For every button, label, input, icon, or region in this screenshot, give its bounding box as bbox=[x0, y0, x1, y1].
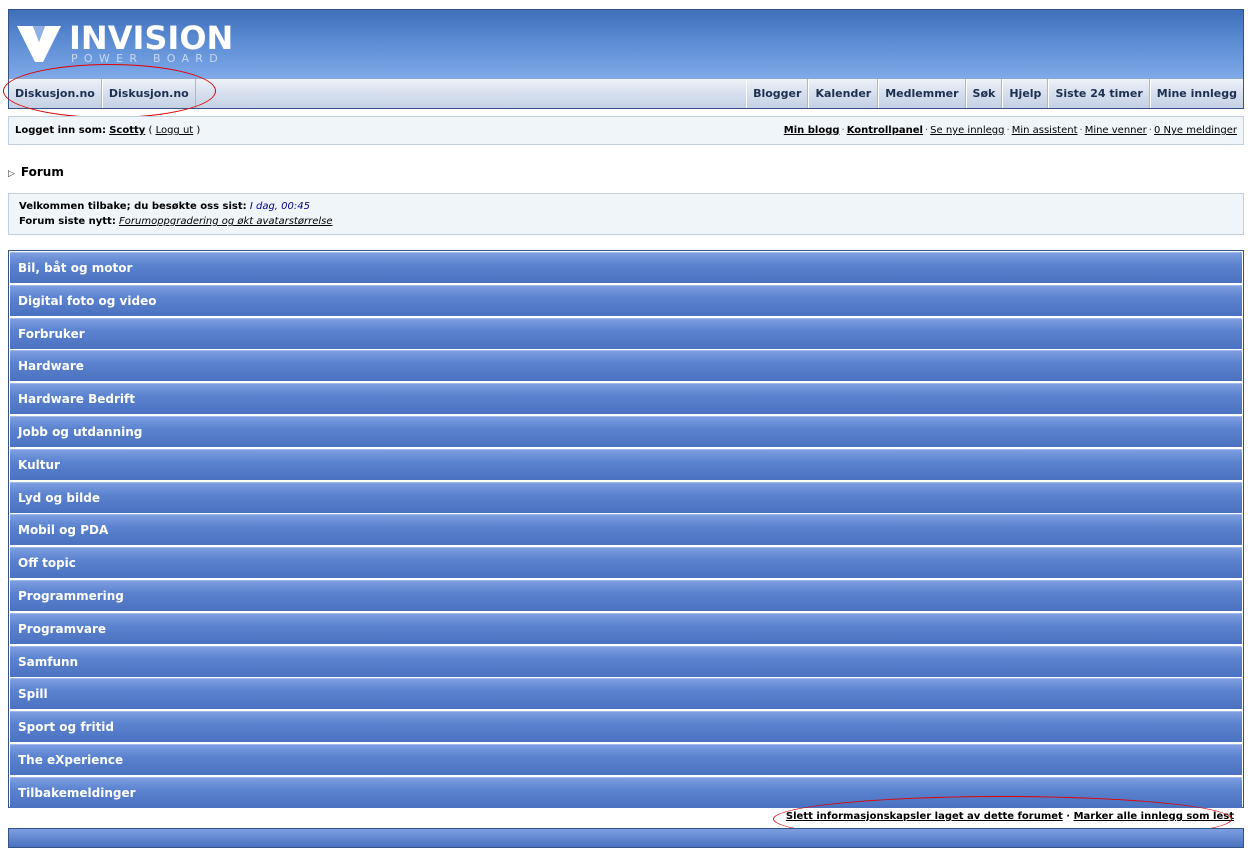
new-messages-link[interactable]: 0 Nye meldinger bbox=[1154, 125, 1237, 136]
news-label: Forum siste nytt: bbox=[19, 216, 116, 227]
category-digital-foto[interactable]: Digital foto og video bbox=[10, 284, 1242, 316]
category-lyd-bilde[interactable]: Lyd og bilde bbox=[10, 481, 1242, 513]
category-sport-fritid[interactable]: Sport og fritid bbox=[10, 711, 1242, 743]
nav-search[interactable]: Søk bbox=[965, 79, 1003, 108]
logo-subtitle: POWER BOARD bbox=[71, 52, 225, 65]
category-jobb-utdanning[interactable]: Jobb og utdanning bbox=[10, 415, 1242, 447]
category-the-experience[interactable]: The eXperience bbox=[10, 743, 1242, 775]
breadcrumb-forum[interactable]: Forum bbox=[21, 165, 64, 179]
page-edge bbox=[1254, 0, 1260, 842]
logo-word: INVISION bbox=[69, 19, 234, 57]
last-visit-line: Velkommen tilbake; du besøkte oss sist: … bbox=[19, 199, 1243, 214]
breadcrumb-arrow-icon: ▷ bbox=[8, 169, 15, 179]
forum-category-list: Bil, båt og motor Digital foto og video … bbox=[8, 250, 1244, 808]
nav-blogger[interactable]: Blogger bbox=[746, 79, 809, 108]
welcome-box: Velkommen tilbake; du besøkte oss sist: … bbox=[8, 193, 1244, 235]
username-link[interactable]: Scotty bbox=[109, 125, 145, 136]
nav-calendar[interactable]: Kalender bbox=[808, 79, 879, 108]
category-programmering[interactable]: Programmering bbox=[10, 579, 1242, 611]
category-programvare[interactable]: Programvare bbox=[10, 612, 1242, 644]
category-bil-bat-motor[interactable]: Bil, båt og motor bbox=[10, 252, 1242, 283]
invision-logo-icon bbox=[17, 26, 61, 62]
new-posts-link[interactable]: Se nye innlegg bbox=[930, 125, 1004, 136]
news-link[interactable]: Forumoppgradering og økt avatarstørrelse bbox=[119, 216, 332, 227]
logo-strip: INVISION POWER BOARD bbox=[9, 10, 1243, 78]
category-off-topic[interactable]: Off topic bbox=[10, 547, 1242, 579]
my-blog-link[interactable]: Min blogg bbox=[784, 125, 840, 136]
breadcrumb: ▷ Forum bbox=[8, 165, 64, 179]
logout-link[interactable]: Logg ut bbox=[156, 125, 194, 136]
delete-cookies-link[interactable]: Slett informasjonskapsler laget av dette… bbox=[786, 811, 1063, 822]
last-visit-label: Velkommen tilbake; du besøkte oss sist: bbox=[19, 201, 247, 212]
nav-home-link-2[interactable]: Diskusjon.no bbox=[101, 79, 196, 108]
user-bar: Logget inn som: Scotty ( Logg ut ) Min b… bbox=[8, 116, 1244, 145]
logout-close-paren: ) bbox=[196, 125, 201, 136]
mark-all-read-link[interactable]: Marker alle innlegg som lest bbox=[1074, 811, 1234, 822]
nav-my-posts[interactable]: Mine innlegg bbox=[1149, 79, 1243, 108]
main-navbar: Diskusjon.no Diskusjon.no Blogger Kalend… bbox=[9, 78, 1243, 108]
board-header: INVISION POWER BOARD Diskusjon.no Diskus… bbox=[8, 9, 1244, 109]
bottom-links: Slett informasjonskapsler laget av dette… bbox=[781, 809, 1238, 824]
logout-open-paren: ( bbox=[148, 125, 153, 136]
category-mobil-pda[interactable]: Mobil og PDA bbox=[10, 514, 1242, 546]
next-category-strip bbox=[8, 828, 1244, 848]
nav-last-24h[interactable]: Siste 24 timer bbox=[1048, 79, 1150, 108]
category-tilbakemeldinger[interactable]: Tilbakemeldinger bbox=[10, 776, 1242, 808]
category-kultur[interactable]: Kultur bbox=[10, 448, 1242, 480]
category-forbruker[interactable]: Forbruker bbox=[10, 317, 1242, 349]
nav-home-link[interactable]: Diskusjon.no bbox=[9, 79, 102, 108]
bottom-separator: · bbox=[1062, 811, 1074, 822]
category-hardware-bedrift[interactable]: Hardware Bedrift bbox=[10, 383, 1242, 415]
news-line: Forum siste nytt: Forumoppgradering og ø… bbox=[19, 214, 1243, 229]
category-spill[interactable]: Spill bbox=[10, 678, 1242, 710]
nav-members[interactable]: Medlemmer bbox=[878, 79, 966, 108]
nav-help[interactable]: Hjelp bbox=[1002, 79, 1049, 108]
my-assistant-link[interactable]: Min assistent bbox=[1012, 125, 1078, 136]
last-visit-value: I dag, 00:45 bbox=[249, 201, 310, 212]
category-hardware[interactable]: Hardware bbox=[10, 350, 1242, 382]
control-panel-link[interactable]: Kontrollpanel bbox=[847, 125, 923, 136]
invision-logo[interactable]: INVISION POWER BOARD bbox=[17, 19, 237, 70]
my-friends-link[interactable]: Mine venner bbox=[1085, 125, 1147, 136]
category-samfunn[interactable]: Samfunn bbox=[10, 645, 1242, 677]
logged-in-label: Logget inn som: bbox=[15, 125, 106, 136]
